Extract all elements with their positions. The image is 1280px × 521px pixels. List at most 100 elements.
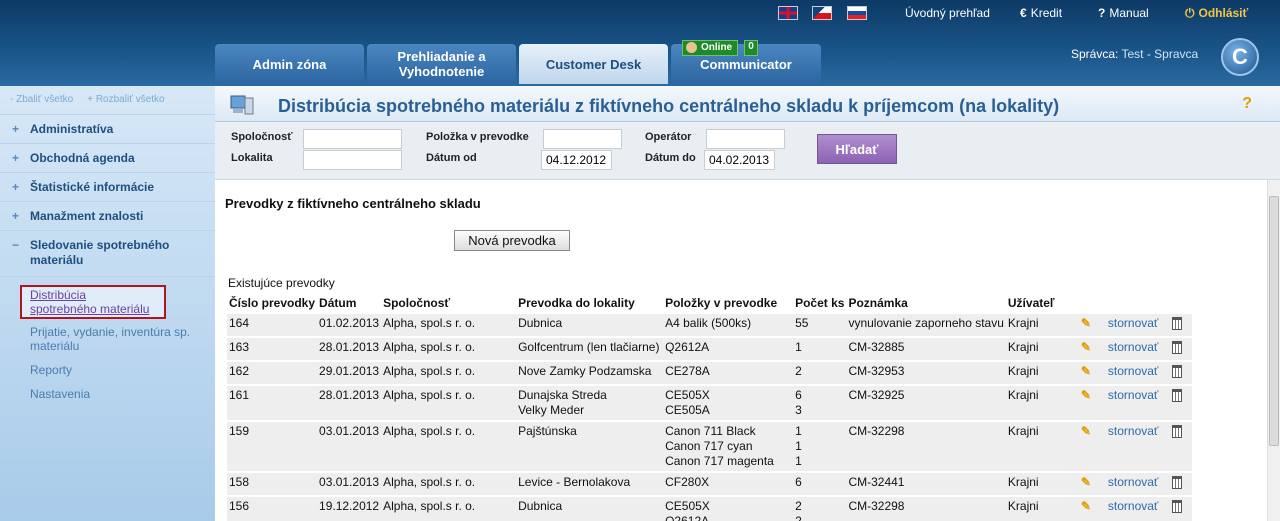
collapse-all-link[interactable]: - Zbaliť všetko [10, 94, 73, 105]
cell-line: 2 [795, 364, 802, 378]
content-area: Prevodky z fiktívneho centrálneho skladu… [215, 180, 1267, 521]
table-row: 164 01.02.2013 Alpha, spol.s r. o. Dubnica A… [227, 314, 1192, 336]
column-header: Dátum [319, 296, 357, 310]
cell-line: Canon 717 cyan [665, 439, 753, 453]
cell-line: 6 [795, 388, 802, 402]
sidebar-subitem-nastavenia[interactable]: Nastavenia [0, 385, 215, 403]
search-button[interactable]: Hľadať [817, 134, 897, 164]
column-header-empty [1162, 294, 1192, 312]
column-header: Prevodka do lokality [518, 296, 635, 310]
cell-lokalita: Dubnica [516, 314, 664, 336]
sidebar-item-label: Manažment znalosti [30, 209, 144, 223]
cell-uzivatel: Krajni [1005, 497, 1072, 521]
trash-icon[interactable] [1171, 425, 1182, 438]
stornovat-link[interactable]: stornovať [1108, 388, 1159, 402]
cell-line: Dubnica [518, 499, 563, 513]
tab-prehliadanie[interactable]: Prehliadanie a Vyhodnotenie [367, 44, 516, 84]
vertical-scrollbar[interactable] [1267, 180, 1280, 521]
datum-od-input[interactable] [541, 150, 612, 170]
stornovat-link[interactable]: stornovať [1108, 364, 1159, 378]
cell-lokalita: Pajštúnska [516, 422, 664, 471]
overview-link[interactable]: Úvodný prehľad [905, 6, 990, 20]
cell-poznamka: CM-32441 [846, 473, 1006, 495]
english-flag-icon[interactable] [778, 6, 798, 20]
cell-line: Pajštúnska [518, 424, 577, 438]
table-row: 161 28.01.2013 Alpha, spol.s r. o. Dunajska… [227, 386, 1192, 420]
sidebar-subitem-reporty[interactable]: Reporty [0, 361, 215, 379]
table-row: 158 03.01.2013 Alpha, spol.s r. o. Levice -… [227, 473, 1192, 495]
filter-label-operator: Operátor [645, 131, 692, 143]
sidebar-subitem-prijatie[interactable]: Prijatie, vydanie, inventúra sp. materiá… [0, 323, 215, 355]
expand-all-link[interactable]: + Rozbaliť všetko [87, 94, 164, 105]
help-icon[interactable]: ? [1242, 95, 1252, 113]
cell-cislo: 156 [227, 497, 318, 521]
cell-lokalita: Dubnica [516, 497, 664, 521]
datum-do-input[interactable] [704, 150, 775, 170]
cell-line: CF280X [665, 475, 710, 489]
edit-icon[interactable]: ✎ [1081, 475, 1091, 489]
trash-icon[interactable] [1171, 389, 1182, 402]
trash-icon[interactable] [1171, 317, 1182, 330]
cell-lokalita: Golfcentrum (len tlačiarne) [516, 338, 664, 360]
logout-link[interactable]: ⏻ Odhlásiť [1185, 6, 1248, 21]
cell-spolocnost: Alpha, spol.s r. o. [381, 314, 517, 336]
sidebar-item-sledovanie[interactable]: − Sledovanie spotrebného materiálu [0, 230, 215, 277]
new-prevodka-button[interactable]: Nová prevodka [454, 230, 570, 251]
sidebar-item-statisticke[interactable]: + Štatistické informácie [0, 172, 215, 201]
stornovat-link[interactable]: stornovať [1108, 424, 1159, 438]
sidebar-subitem-distribucia[interactable]: Distribúcia spotrebného materiálu [20, 285, 166, 319]
slovak-flag-icon[interactable] [847, 6, 867, 20]
column-header-empty [1100, 294, 1162, 312]
cell-lokalita: Nove Zamky Podzamska [516, 362, 664, 384]
cell-polozky: CF280X [663, 473, 794, 495]
tab-customer-desk[interactable]: Customer Desk [519, 44, 668, 84]
table-row: 162 29.01.2013 Alpha, spol.s r. o. Nove Zam… [227, 362, 1192, 384]
lokalita-input[interactable] [303, 150, 402, 170]
expand-icon: + [12, 180, 20, 194]
column-header-empty [1072, 294, 1100, 312]
cell-uzivatel: Krajni [1005, 473, 1072, 495]
cell-datum: 29.01.2013 [317, 362, 382, 384]
page-title: Distribúcia spotrebného materiálu z fikt… [278, 96, 1060, 116]
edit-icon[interactable]: ✎ [1081, 316, 1091, 330]
expand-icon: + [12, 151, 20, 165]
credit-link[interactable]: € Kredit [1020, 6, 1062, 20]
cell-lokalita: Levice - Bernolakova [516, 473, 664, 495]
sidebar-item-manazment[interactable]: + Manažment znalosti [0, 201, 215, 230]
scrollbar-thumb[interactable] [1269, 196, 1279, 446]
trash-icon[interactable] [1171, 500, 1182, 513]
page-header: Distribúcia spotrebného materiálu z fikt… [215, 86, 1280, 122]
spolocnost-input[interactable] [303, 129, 402, 149]
stornovat-link[interactable]: stornovať [1108, 340, 1159, 354]
cell-pocet: 2 [793, 362, 847, 384]
filter-label-polozka: Položka v prevodke [426, 131, 529, 143]
cell-cislo: 162 [227, 362, 318, 384]
edit-icon[interactable]: ✎ [1081, 499, 1091, 513]
trash-icon[interactable] [1171, 341, 1182, 354]
cell-line: 1 [795, 454, 802, 468]
stornovat-link[interactable]: stornovať [1108, 475, 1159, 489]
edit-icon[interactable]: ✎ [1081, 340, 1091, 354]
online-label: Online [701, 42, 733, 53]
cell-pocet: 55 [793, 314, 847, 336]
czech-flag-icon[interactable] [812, 6, 832, 20]
trash-icon[interactable] [1171, 365, 1182, 378]
edit-icon[interactable]: ✎ [1081, 364, 1091, 378]
polozka-input[interactable] [543, 129, 622, 149]
online-status-badge: Online [682, 40, 739, 56]
cell-line: CE278A [665, 364, 710, 378]
manual-link[interactable]: ? Manual [1098, 6, 1149, 20]
stornovat-link[interactable]: stornovať [1108, 316, 1159, 330]
main-panel: Distribúcia spotrebného materiálu z fikt… [215, 86, 1280, 521]
stornovat-link[interactable]: stornovať [1108, 499, 1159, 513]
operator-input[interactable] [706, 129, 785, 149]
edit-icon[interactable]: ✎ [1081, 388, 1091, 402]
edit-icon[interactable]: ✎ [1081, 424, 1091, 438]
user-name[interactable]: Test - Spravca [1121, 47, 1198, 61]
tab-admin-zona[interactable]: Admin zóna [215, 44, 364, 84]
column-header: Spoločnosť [383, 296, 451, 310]
trash-icon[interactable] [1171, 476, 1182, 489]
sidebar-item-obchodna-agenda[interactable]: + Obchodná agenda [0, 143, 215, 172]
prevodky-table: Číslo prevodky Dátum Spoločnosť Prevodka do… [227, 292, 1192, 521]
sidebar-item-administrativa[interactable]: + Administratíva [0, 114, 215, 143]
